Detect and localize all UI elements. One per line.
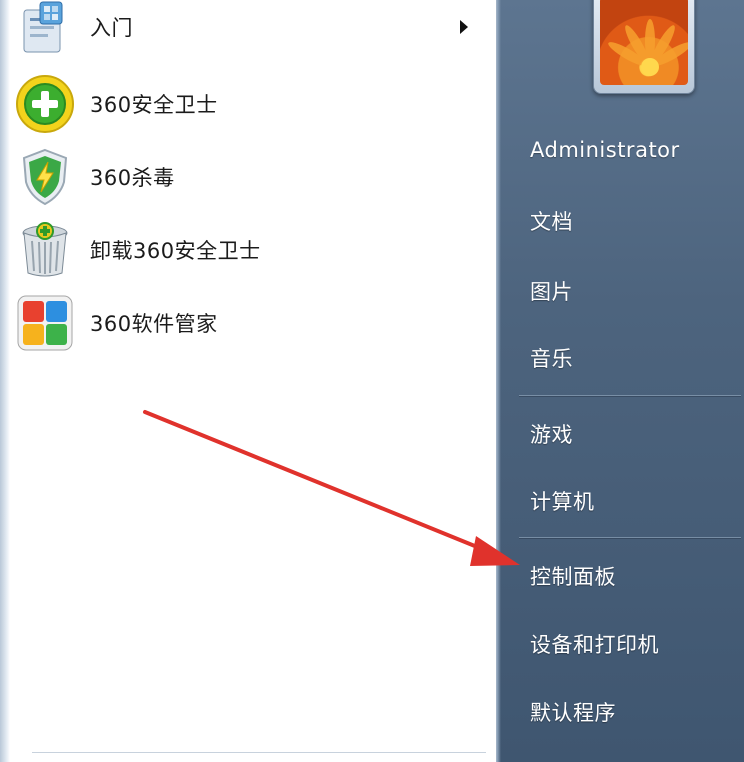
red-arrow-annotation-icon [143,410,520,566]
